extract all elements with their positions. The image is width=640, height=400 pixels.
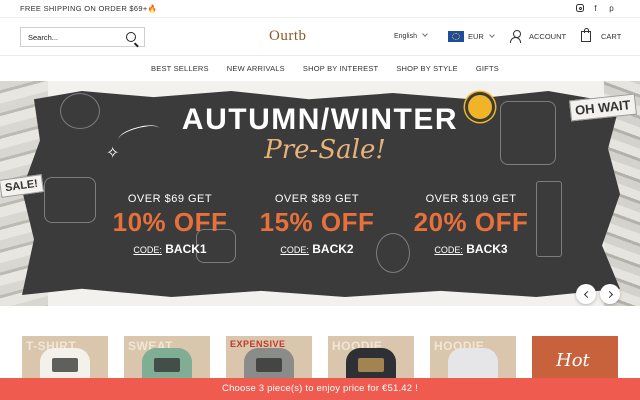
product-card[interactable]: T-SHIRT [22, 336, 108, 382]
offer-code: CODE: BACK1 [129, 242, 211, 258]
instagram-icon[interactable] [576, 4, 584, 12]
facebook-icon[interactable]: f [591, 3, 600, 14]
code-label: CODE: [133, 245, 162, 255]
product-print [154, 358, 180, 372]
main-nav: BEST SELLERS NEW ARRIVALS SHOP BY INTERE… [0, 57, 640, 80]
search-placeholder: Search... [28, 33, 59, 42]
offer-tier-3: OVER $109 GET 20% OFF CODE: BACK3 [396, 193, 546, 258]
code-value: BACK1 [165, 242, 207, 256]
site-logo[interactable]: Ourtb [269, 28, 307, 45]
product-print [358, 358, 384, 372]
chevron-down-icon [489, 31, 495, 38]
offer-threshold: OVER $109 GET [425, 193, 517, 205]
nav-shop-by-style[interactable]: SHOP BY STYLE [396, 57, 458, 80]
sweater-sketch-icon [44, 177, 96, 223]
cart-label: CART [601, 31, 622, 41]
offer-tier-1: OVER $69 GET 10% OFF CODE: BACK1 [95, 193, 245, 258]
currency-selector[interactable]: EUR [448, 31, 495, 42]
site-header: Search... Ourtb English EUR ACCOUNT CART [0, 18, 640, 56]
product-print [52, 358, 78, 372]
account-label: ACCOUNT [529, 32, 567, 41]
hot-label: Hot [556, 350, 590, 371]
shopping-bag-icon [581, 28, 591, 42]
pinterest-icon[interactable]: p [607, 3, 616, 14]
code-value: BACK3 [466, 242, 508, 256]
search-icon[interactable] [126, 32, 136, 42]
product-card[interactable]: Hot [532, 336, 618, 382]
code-label: CODE: [280, 245, 309, 255]
offer-discount: 10% OFF [112, 207, 228, 237]
nav-gifts[interactable]: GIFTS [476, 57, 499, 80]
promo-text: FREE SHIPPING ON ORDER $69+ [20, 4, 148, 13]
hero-headline: AUTUMN/WINTER [181, 103, 459, 136]
nav-shop-by-interest[interactable]: SHOP BY INTEREST [303, 57, 378, 80]
code-label: CODE: [434, 245, 463, 255]
nav-best-sellers[interactable]: BEST SELLERS [151, 57, 209, 80]
fire-icon: 🔥 [147, 4, 158, 13]
user-icon [510, 30, 521, 43]
offer-tier-2: OVER $89 GET 15% OFF CODE: BACK2 [242, 193, 392, 258]
product-print [256, 358, 282, 372]
free-shipping-promo: FREE SHIPPING ON ORDER $69+🔥 [20, 4, 157, 13]
carousel-prev-button[interactable] [576, 284, 596, 304]
search-input[interactable]: Search... [20, 27, 145, 47]
product-card[interactable]: HOODIE [430, 336, 516, 382]
offer-threshold: OVER $89 GET [274, 193, 360, 205]
product-card[interactable]: EXPENSIVE [226, 336, 312, 382]
language-label: English [394, 33, 417, 40]
social-links: f p [576, 3, 616, 14]
language-selector[interactable]: English [394, 31, 428, 40]
product-card[interactable]: HOODIE [328, 336, 414, 382]
bundle-promo-text: Choose 3 piece(s) to enjoy price for €51… [222, 383, 418, 394]
offer-code: CODE: BACK3 [430, 242, 512, 258]
product-card[interactable]: SWEAT [124, 336, 210, 382]
hero-banner[interactable]: SALE! OH WAIT ✧ AUTUMN/WINTER Pre-Sale! … [0, 81, 640, 306]
offer-discount: 20% OFF [413, 207, 529, 237]
currency-label: EUR [468, 32, 484, 41]
product-carousel: T-SHIRT SWEAT EXPENSIVE HOODIE HOODIE Ho… [0, 336, 640, 382]
cart-link[interactable]: CART [581, 28, 622, 42]
announcement-bar: FREE SHIPPING ON ORDER $69+🔥 f p [0, 0, 640, 18]
offer-threshold: OVER $69 GET [127, 193, 213, 205]
account-link[interactable]: ACCOUNT [510, 30, 566, 43]
offer-discount: 15% OFF [259, 207, 375, 237]
carousel-next-button[interactable] [600, 284, 620, 304]
bundle-promo-bar[interactable]: Choose 3 piece(s) to enjoy price for €51… [0, 378, 640, 400]
eu-flag-icon [448, 31, 464, 42]
code-value: BACK2 [312, 242, 354, 256]
hero-subline: Pre-Sale! [264, 135, 386, 165]
product-image [448, 348, 498, 382]
chevron-down-icon [422, 31, 428, 37]
nav-new-arrivals[interactable]: NEW ARRIVALS [227, 57, 285, 80]
offer-code: CODE: BACK2 [276, 242, 358, 258]
